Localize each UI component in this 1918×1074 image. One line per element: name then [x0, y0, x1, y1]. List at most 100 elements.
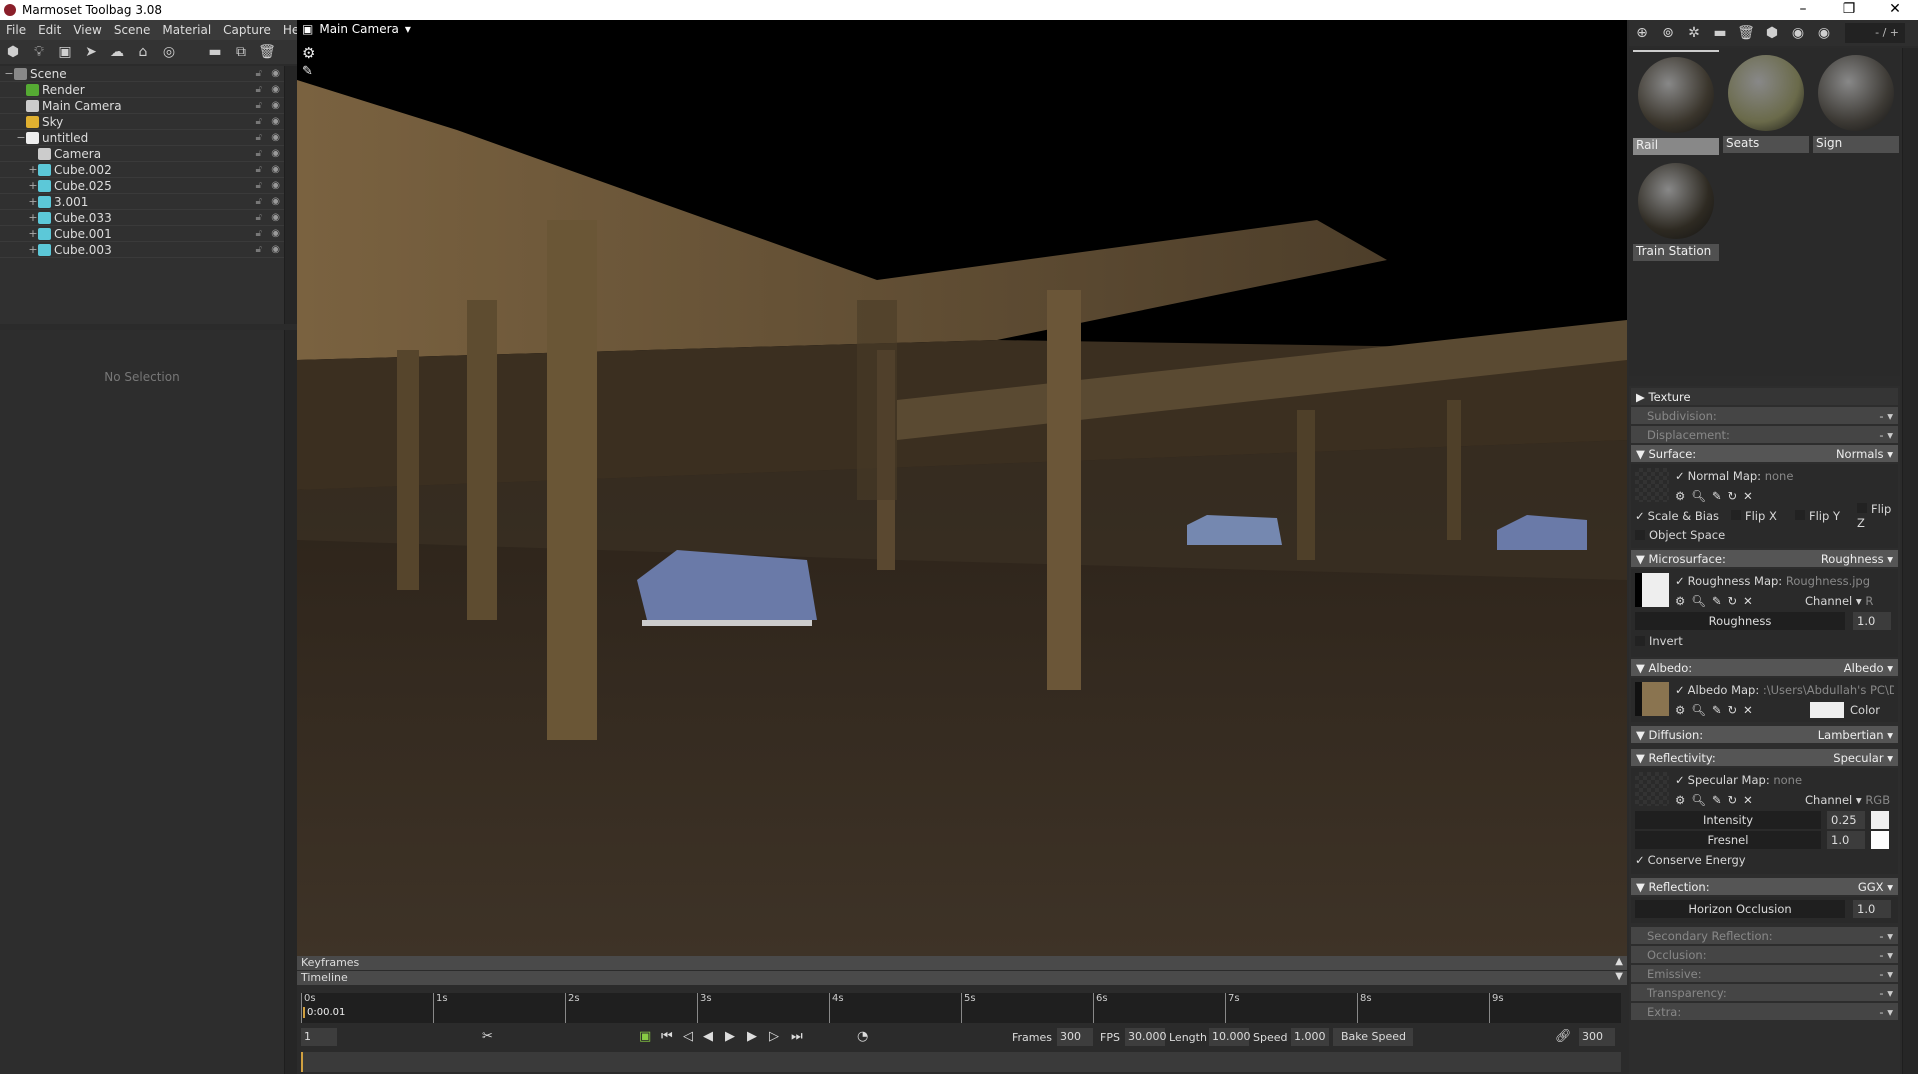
- flip-z-checkbox[interactable]: [1857, 503, 1867, 513]
- channel-dropdown[interactable]: Channel ▾ RGB: [1805, 793, 1890, 807]
- albedo-dropdown[interactable]: Albedo ▾: [1844, 661, 1893, 675]
- expand-icon[interactable]: +: [28, 179, 38, 192]
- skip-end-icon[interactable]: ⏭: [791, 1029, 803, 1044]
- add-light-icon[interactable]: 💡︎: [26, 41, 52, 63]
- menu-capture[interactable]: Capture: [217, 23, 277, 37]
- map-actions[interactable]: ⚙🔍︎✎↻✕: [1675, 793, 1759, 807]
- fresnel-color-swatch[interactable]: [1871, 831, 1889, 849]
- tree-item[interactable]: Render 🔓︎ ◉: [0, 82, 284, 98]
- lock-icon[interactable]: 🔓︎: [256, 180, 262, 191]
- lock-icon[interactable]: 🔓︎: [256, 100, 262, 111]
- menu-edit[interactable]: Edit: [32, 23, 67, 37]
- menu-view[interactable]: View: [67, 23, 107, 37]
- end-frame-field[interactable]: 300: [1579, 1028, 1615, 1046]
- eye-icon[interactable]: ◉: [271, 180, 280, 191]
- tree-item[interactable]: + Cube.025 🔓︎ ◉: [0, 178, 284, 194]
- check-icon[interactable]: ✓: [1675, 574, 1685, 588]
- close-button[interactable]: ✕: [1872, 0, 1918, 20]
- tree-branch-icon[interactable]: −: [4, 67, 14, 80]
- new-material-icon[interactable]: ⊕: [1629, 22, 1655, 44]
- scale-bias-checkbox[interactable]: ✓: [1635, 509, 1645, 523]
- tree-item[interactable]: Camera 🔓︎ ◉: [0, 146, 284, 162]
- keyframes-bar[interactable]: Keyframes ▲: [297, 956, 1627, 971]
- tree-branch-icon[interactable]: −: [16, 131, 26, 144]
- prev-key-icon[interactable]: ◁: [683, 1029, 693, 1044]
- eye-icon[interactable]: ◉: [271, 100, 280, 111]
- flip-x-checkbox[interactable]: [1731, 510, 1741, 520]
- tree-item[interactable]: + Cube.001 🔓︎ ◉: [0, 226, 284, 242]
- lock-icon[interactable]: 🔓︎: [256, 212, 262, 223]
- microsurface-dropdown[interactable]: Roughness ▾: [1821, 552, 1893, 566]
- flip-y-checkbox[interactable]: [1795, 510, 1805, 520]
- import-material-icon[interactable]: ◉: [1785, 22, 1811, 44]
- displacement-section[interactable]: Displacement: - ▾: [1631, 426, 1898, 443]
- expand-icon[interactable]: +: [28, 163, 38, 176]
- properties-scrollbar[interactable]: [284, 330, 297, 1074]
- expand-icon[interactable]: +: [28, 227, 38, 240]
- tree-item[interactable]: − untitled 🔓︎ ◉: [0, 130, 284, 146]
- menu-material[interactable]: Material: [156, 23, 217, 37]
- map-actions[interactable]: ⚙🔍︎✎↻✕: [1675, 703, 1759, 717]
- emissive-section[interactable]: Emissive: - ▾: [1631, 965, 1898, 982]
- add-sky-icon[interactable]: ☁: [104, 41, 130, 63]
- transparency-section[interactable]: Transparency: - ▾: [1631, 984, 1898, 1001]
- material-thumbnail[interactable]: Sign: [1813, 50, 1899, 153]
- eye-icon[interactable]: ◉: [271, 132, 280, 143]
- play-icon[interactable]: ▶: [725, 1029, 735, 1044]
- fresnel-slider[interactable]: Fresnel: [1635, 831, 1821, 849]
- horizon-occlusion-slider[interactable]: Horizon Occlusion: [1635, 900, 1845, 918]
- surface-section[interactable]: ▼ Surface: Normals ▾: [1631, 445, 1898, 462]
- reflectivity-section[interactable]: ▼ Reflectivity: Specular ▾: [1631, 749, 1898, 766]
- duplicate-material-icon[interactable]: ⊚: [1655, 22, 1681, 44]
- collapse-icon[interactable]: ▼: [1615, 971, 1623, 982]
- roughness-value[interactable]: 1.0: [1853, 612, 1891, 630]
- scissors-icon[interactable]: ✂: [482, 1029, 493, 1044]
- paint-brush-icon[interactable]: ✎: [302, 64, 313, 79]
- 3d-viewport[interactable]: [297, 20, 1627, 956]
- material-thumbnail[interactable]: Rail: [1633, 50, 1719, 155]
- delete-material-icon[interactable]: 🗑︎: [1733, 22, 1759, 44]
- eye-icon[interactable]: ◉: [271, 148, 280, 159]
- lock-icon[interactable]: 🔓︎: [256, 148, 262, 159]
- timeline-ruler[interactable]: 0:00.01 0s 1s 2s 3s 4s 5s 6s 7s 8s 9s: [301, 993, 1621, 1023]
- eye-icon[interactable]: ◉: [271, 116, 280, 127]
- fps-field[interactable]: 30.000: [1125, 1028, 1167, 1046]
- check-icon[interactable]: ✓: [1675, 469, 1685, 483]
- add-shadow-catcher-icon[interactable]: ⌂: [130, 41, 156, 63]
- next-key-icon[interactable]: ▷: [769, 1029, 779, 1044]
- invert-checkbox[interactable]: [1635, 636, 1645, 646]
- add-fog-icon[interactable]: ◎: [156, 41, 182, 63]
- material-thumbnail[interactable]: Seats: [1723, 50, 1809, 153]
- add-turntable-icon[interactable]: ➤: [78, 41, 104, 63]
- fresnel-value[interactable]: 1.0: [1827, 831, 1865, 849]
- lock-icon[interactable]: 🔓︎: [256, 116, 262, 127]
- lock-icon[interactable]: 🔓︎: [256, 68, 262, 79]
- horizon-occlusion-value[interactable]: 1.0: [1853, 900, 1891, 918]
- material-editor-scrollbar[interactable]: [1902, 48, 1918, 1074]
- material-library-icon[interactable]: ✲: [1681, 22, 1707, 44]
- camera-selector[interactable]: ▣ Main Camera ▾: [302, 22, 411, 36]
- conserve-energy-checkbox[interactable]: ✓: [1635, 853, 1645, 867]
- menu-scene[interactable]: Scene: [108, 23, 157, 37]
- eye-icon[interactable]: ◉: [271, 228, 280, 239]
- folder-icon[interactable]: ▬: [202, 41, 228, 63]
- reflection-dropdown[interactable]: GGX ▾: [1858, 880, 1893, 894]
- occlusion-section[interactable]: Occlusion: - ▾: [1631, 946, 1898, 963]
- texture-section[interactable]: ▶ Texture: [1631, 388, 1898, 405]
- subdivision-section[interactable]: Subdivision: - ▾: [1631, 407, 1898, 424]
- expand-icon[interactable]: ▲: [1615, 956, 1623, 967]
- add-camera-icon[interactable]: ▣: [52, 41, 78, 63]
- eye-icon[interactable]: ◉: [271, 212, 280, 223]
- lock-icon[interactable]: 🔓︎: [256, 196, 262, 207]
- duplicate-icon[interactable]: ⧉: [228, 41, 254, 63]
- assign-material-icon[interactable]: ⬢: [1759, 22, 1785, 44]
- minimize-button[interactable]: –: [1780, 0, 1826, 20]
- reflection-section[interactable]: ▼ Reflection: GGX ▾: [1631, 878, 1898, 895]
- roughness-slider[interactable]: Roughness: [1635, 612, 1845, 630]
- diffusion-section[interactable]: ▼ Diffusion: Lambertian ▾: [1631, 726, 1898, 743]
- speed-field[interactable]: 1.000: [1291, 1028, 1329, 1046]
- tree-item[interactable]: + Cube.002 🔓︎ ◉: [0, 162, 284, 178]
- intensity-color-swatch[interactable]: [1871, 811, 1889, 829]
- menu-file[interactable]: File: [0, 23, 32, 37]
- albedo-section[interactable]: ▼ Albedo: Albedo ▾: [1631, 659, 1898, 676]
